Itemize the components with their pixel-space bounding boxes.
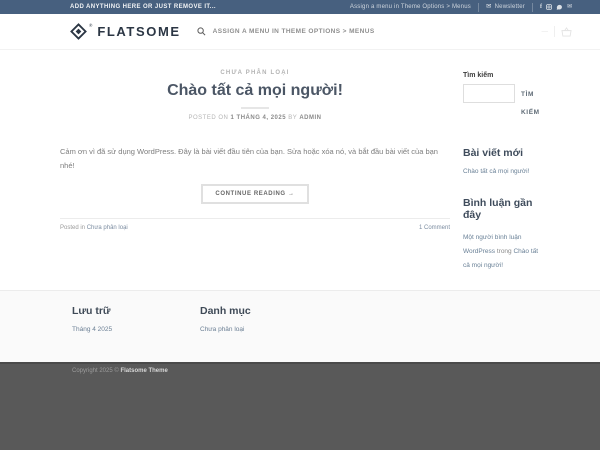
meta-author[interactable]: ADMIN xyxy=(299,115,321,121)
continue-reading-button[interactable]: CONTINUE READING → xyxy=(201,184,308,204)
posted-in-label: Posted in xyxy=(60,225,85,231)
comment-connector: trong xyxy=(497,248,512,255)
footer-widgets: Lưu trữ Tháng 4 2025 Danh mục Chưa phân … xyxy=(0,290,600,362)
post-category-link[interactable]: CHƯA PHÂN LOẠI xyxy=(60,70,450,76)
search-input[interactable] xyxy=(463,84,515,103)
topbar-divider xyxy=(478,3,479,12)
topbar-right: Assign a menu in Theme Options > Menus ✉… xyxy=(350,3,572,12)
nav-menu-hint-link[interactable]: ASSIGN A MENU IN THEME OPTIONS > MENUS xyxy=(213,28,375,35)
page: ADD ANYTHING HERE OR JUST REMOVE IT... A… xyxy=(0,0,600,450)
topbar: ADD ANYTHING HERE OR JUST REMOVE IT... A… xyxy=(0,0,600,14)
categories-widget: Danh mục Chưa phân loại xyxy=(200,305,328,362)
search-widget-label: Tìm kiếm xyxy=(463,72,545,79)
title-divider xyxy=(241,107,269,109)
newsletter-label: Newsletter xyxy=(495,4,525,10)
archive-link[interactable]: Tháng 4 2025 xyxy=(72,326,200,333)
envelope-icon: ✉ xyxy=(486,4,492,11)
meta-by: BY xyxy=(288,115,297,121)
newsletter-link[interactable]: ✉Newsletter xyxy=(486,4,525,11)
search-submit-button[interactable]: TÌM KIẾM xyxy=(521,86,545,121)
meta-posted-on: POSTED ON xyxy=(189,115,229,121)
archives-heading: Lưu trữ xyxy=(72,305,200,317)
topbar-menu-hint-link[interactable]: Assign a menu in Theme Options > Menus xyxy=(350,4,471,10)
header-nav: ASSIGN A MENU IN THEME OPTIONS > MENUS xyxy=(197,27,375,36)
header-divider xyxy=(554,26,555,37)
topbar-divider xyxy=(532,3,533,12)
posted-in-category-link[interactable]: Chưa phân loại xyxy=(87,225,128,231)
category-link[interactable]: Chưa phân loại xyxy=(200,326,328,333)
continue-reading-row: CONTINUE READING → xyxy=(60,182,450,204)
post-title[interactable]: Chào tất cả mọi người! xyxy=(60,81,450,100)
logo-gem-icon xyxy=(70,23,87,40)
cart-total: — xyxy=(542,28,549,35)
topbar-message: ADD ANYTHING HERE OR JUST REMOVE IT... xyxy=(70,4,350,10)
site-header: ® FLATSOME ASSIGN A MENU IN THEME OPTION… xyxy=(0,14,600,50)
posted-in: Posted in Chưa phân loại xyxy=(60,225,128,231)
email-icon[interactable]: ✉ xyxy=(567,4,572,10)
archives-widget: Lưu trữ Tháng 4 2025 xyxy=(72,305,200,362)
post-excerpt: Cảm ơn vì đã sử dụng WordPress. Đây là b… xyxy=(60,145,450,172)
post-article: CHƯA PHÂN LOẠI Chào tất cả mọi người! PO… xyxy=(60,70,450,290)
recent-posts-heading: Bài viết mới xyxy=(463,147,545,159)
logo[interactable]: ® FLATSOME xyxy=(70,23,181,41)
copyright-prefix: Copyright 2025 © xyxy=(72,368,119,374)
meta-date: 1 THÁNG 4, 2025 xyxy=(231,115,287,121)
facebook-icon[interactable]: f xyxy=(540,4,542,10)
cart-area[interactable]: — xyxy=(542,26,573,37)
registered-mark: ® xyxy=(89,23,92,28)
twitter-icon[interactable] xyxy=(556,4,563,10)
comments-link[interactable]: 1 Comment xyxy=(419,225,450,231)
recent-post-link[interactable]: Chào tất cả mọi người! xyxy=(463,167,545,177)
post-meta: POSTED ON 1 THÁNG 4, 2025 BY ADMIN xyxy=(60,115,450,121)
recent-comment-item: Một người bình luận WordPress trong Chào… xyxy=(463,231,545,273)
search-form: TÌM KIẾM xyxy=(463,84,545,121)
recent-comments-heading: Bình luận gần đây xyxy=(463,197,545,221)
instagram-icon[interactable] xyxy=(546,4,552,10)
post-footer: Posted in Chưa phân loại 1 Comment xyxy=(60,218,450,231)
social-icons: f ✉ xyxy=(540,4,572,10)
logo-text: FLATSOME xyxy=(97,23,180,41)
main-content: CHƯA PHÂN LOẠI Chào tất cả mọi người! PO… xyxy=(0,50,600,290)
categories-heading: Danh mục xyxy=(200,305,328,317)
search-icon[interactable] xyxy=(197,27,206,36)
absolute-footer: Copyright 2025 © Flatsome Theme xyxy=(0,362,600,450)
basket-icon[interactable] xyxy=(561,27,572,37)
copyright: Copyright 2025 © Flatsome Theme xyxy=(72,368,545,374)
sidebar: Tìm kiếm TÌM KIẾM Bài viết mới Chào tất … xyxy=(463,70,545,290)
copyright-brand: Flatsome Theme xyxy=(120,368,167,374)
